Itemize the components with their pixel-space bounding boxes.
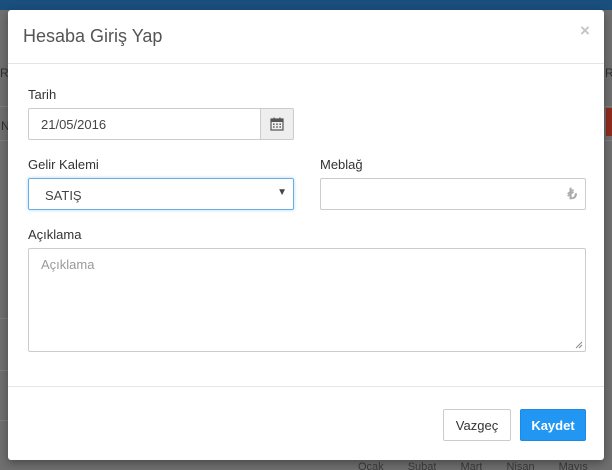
background-month: Ocak (358, 461, 384, 470)
background-topbar (0, 0, 612, 10)
modal-header: Hesaba Giriş Yap × (8, 10, 604, 64)
background-month: Nisan (506, 461, 535, 470)
caret-down-icon: ▼ (277, 187, 287, 198)
income-entry-modal: Hesaba Giriş Yap × Tarih Gelir Kalemi SA… (8, 10, 604, 460)
cancel-button[interactable]: Vazgeç (443, 409, 511, 441)
background-month: Mart (460, 461, 483, 470)
income-category-value: SATIŞ (45, 188, 82, 203)
calendar-icon[interactable] (260, 108, 294, 140)
amount-field: ₺ (320, 178, 586, 210)
date-label: Tarih (28, 87, 57, 102)
modal-footer: Vazgeç Kaydet (8, 386, 604, 460)
turkish-lira-icon: ₺ (567, 186, 577, 203)
description-field (28, 248, 586, 352)
income-category-select[interactable]: SATIŞ ▼ (28, 178, 294, 210)
background-divider (0, 106, 8, 107)
date-input[interactable] (28, 108, 260, 140)
date-picker (28, 108, 294, 140)
background-month-labels: Ocak Şubat Mart Nisan Mayıs (0, 460, 612, 470)
resize-handle-icon[interactable] (575, 341, 583, 349)
description-textarea[interactable] (29, 249, 585, 351)
background-divider (604, 140, 612, 141)
modal-title: Hesaba Giriş Yap (23, 26, 163, 46)
background-red-button (606, 108, 612, 136)
background-month: Mayıs (558, 461, 588, 470)
background-divider (604, 106, 612, 107)
close-icon[interactable]: × (580, 22, 590, 40)
background-edge-text: R (605, 66, 612, 80)
income-category-label: Gelir Kalemi (28, 157, 99, 172)
calendar-icon-graphic (270, 117, 284, 131)
amount-label: Meblağ (320, 157, 363, 172)
amount-input[interactable] (321, 179, 551, 209)
background-divider (0, 420, 8, 421)
background-divider (0, 370, 8, 371)
background-divider (0, 140, 8, 141)
background-month: Şubat (407, 461, 437, 470)
save-button[interactable]: Kaydet (520, 409, 586, 441)
description-label: Açıklama (28, 227, 82, 242)
background-divider (0, 318, 8, 319)
